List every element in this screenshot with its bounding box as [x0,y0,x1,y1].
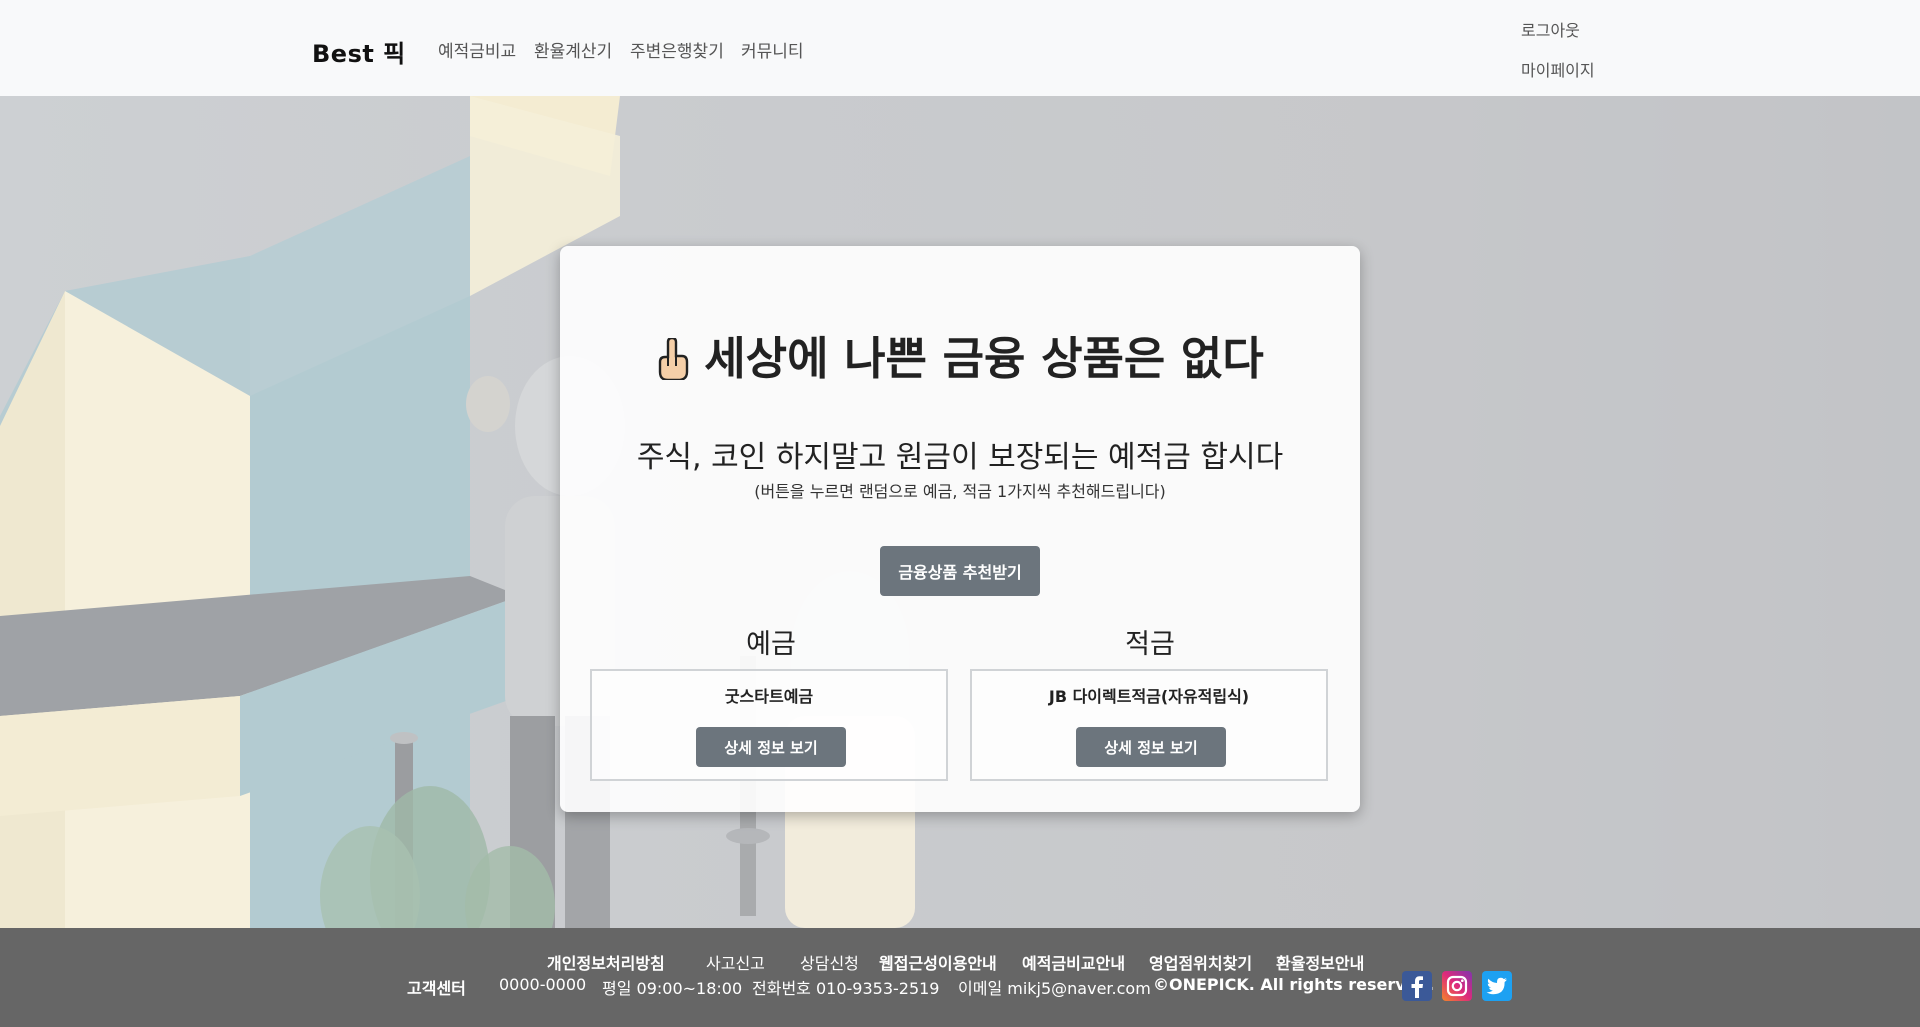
footer-email: 이메일 mikj5@naver.com [958,979,1151,998]
recommend-button[interactable]: 금융상품 추천받기 [880,546,1040,596]
footer: 개인정보처리방침 사고신고 상담신청 웹접근성이용안내 예적금비교안내 영업점위… [0,928,1920,1027]
footer-link-compare-guide[interactable]: 예적금비교안내 [1022,950,1125,974]
deposit-label: 예금 [746,629,796,660]
brand-logo[interactable]: Best 픽 [312,34,406,69]
footer-center-number: 0000-0000 [499,975,587,994]
savings-product-box: JB 다이렉트적금(자유적립식) 상세 정보 보기 [970,669,1328,781]
footer-copyright: ©ONEPICK. All rights reserved. [1153,975,1435,994]
logout-link[interactable]: 로그아웃 [1521,17,1580,41]
deposit-detail-button[interactable]: 상세 정보 보기 [696,727,846,767]
facebook-icon[interactable] [1402,971,1432,1001]
card-title: 세상에 나쁜 금융 상품은 없다 [560,322,1360,391]
recommendation-card: 세상에 나쁜 금융 상품은 없다 주식, 코인 하지말고 원금이 보장되는 예적… [560,246,1360,812]
nav-deposit-compare[interactable]: 예적금비교 [438,37,516,62]
footer-link-consult[interactable]: 상담신청 [800,950,859,974]
pointing-up-icon [656,336,690,391]
footer-link-privacy[interactable]: 개인정보처리방침 [547,950,665,974]
card-title-text: 세상에 나쁜 금융 상품은 없다 [704,332,1264,385]
instagram-icon[interactable] [1442,971,1472,1001]
navbar: Best 픽 예적금비교 환율계산기 주변은행찾기 커뮤니티 로그아웃 마이페이… [0,0,1920,96]
savings-detail-button[interactable]: 상세 정보 보기 [1076,727,1226,767]
savings-product-name: JB 다이렉트적금(자유적립식) [1048,687,1250,706]
card-note: (버튼을 누르면 랜덤으로 예금, 적금 1가지씩 추천해드립니다) [754,482,1166,501]
mypage-link[interactable]: 마이페이지 [1521,57,1595,81]
footer-link-accessibility[interactable]: 웹접근성이용안내 [879,950,997,974]
footer-hours: 평일 09:00~18:00 [602,979,743,998]
card-subtitle: 주식, 코인 하지말고 원금이 보장되는 예적금 합시다 [636,440,1284,475]
footer-link-branch-locator[interactable]: 영업점위치찾기 [1149,950,1252,974]
nav-community[interactable]: 커뮤니티 [741,37,804,62]
footer-phone: 전화번호 010-9353-2519 [752,979,940,998]
deposit-product-name: 굿스타트예금 [724,687,814,706]
footer-center-label: 고객센터 [407,979,466,998]
nav-exchange-calculator[interactable]: 환율계산기 [534,37,612,62]
savings-label: 적금 [1125,629,1175,660]
footer-link-accident-report[interactable]: 사고신고 [706,950,765,974]
footer-link-exchange-guide[interactable]: 환율정보안내 [1276,950,1364,974]
nav-find-bank[interactable]: 주변은행찾기 [630,37,724,62]
twitter-icon[interactable] [1482,971,1512,1001]
deposit-product-box: 굿스타트예금 상세 정보 보기 [590,669,948,781]
